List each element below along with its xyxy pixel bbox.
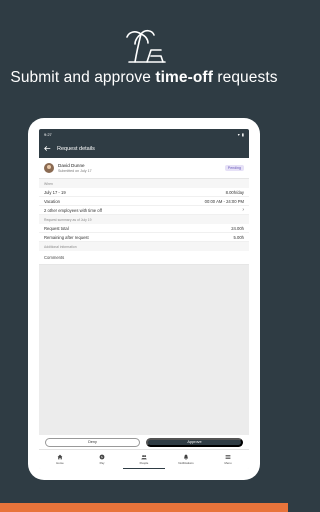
accent-stripe [0,503,288,512]
beach-chair-icon [126,29,166,63]
wifi-icon: ▾ [237,131,240,137]
request-total-row: Request total 24.00h [39,224,249,233]
time-off-type: Vacation [44,198,60,204]
tab-label: People [139,460,149,465]
back-arrow-icon[interactable] [44,145,51,152]
tab-people[interactable]: People [123,450,165,469]
date-row: July 17 - 19 8.00h/day [39,188,249,197]
page-title: Request details [57,145,95,152]
deny-button[interactable]: Deny [45,437,140,447]
status-badge: Pending [224,165,244,171]
requester-row: David Dunne Submitted on July 17 Pending [39,158,249,179]
avatar [44,163,54,173]
svg-text:$: $ [101,455,103,459]
tab-pay[interactable]: $ Pay [81,450,123,469]
tab-label: Home [56,461,64,465]
tab-label: Notifications [178,461,194,465]
submitted-date: Submitted on July 17 [58,168,92,173]
remaining-value: 5.00h [233,234,244,240]
remaining-row: Remaining after request 5.00h [39,233,249,242]
bell-icon [183,454,189,460]
app-bar: Request details [39,139,249,158]
time-range: 00:00 AM - 24:00 PM [204,198,244,204]
tab-menu[interactable]: Menu [207,450,249,469]
action-bar: Deny Approve [39,435,249,449]
status-bar: 9:27 ▾ ▮ [39,129,249,139]
pay-icon: $ [99,454,105,460]
tablet-frame: 9:27 ▾ ▮ Request details David Dunne Sub… [28,118,260,480]
others-with-time-off: 2 other employees with time off [44,207,102,213]
daily-duration: 8.00h/day [225,189,244,195]
approve-button[interactable]: Approve [146,437,243,447]
battery-icon: ▮ [241,131,244,137]
people-icon [141,454,147,459]
tab-label: Pay [99,461,105,465]
summary-section-label: Request summary as of July 19 [39,215,249,224]
app-screen: 9:27 ▾ ▮ Request details David Dunne Sub… [39,129,249,469]
additional-section-label: Additional information [39,242,249,251]
tab-home[interactable]: Home [39,450,81,469]
date-range: July 17 - 19 [44,189,66,195]
others-row[interactable]: 2 other employees with time off › [39,206,249,215]
remaining-label: Remaining after request [44,234,89,240]
type-row: Vacation 00:00 AM - 24:00 PM [39,197,249,206]
request-total-value: 24.00h [231,225,244,231]
tab-label: Menu [224,461,232,465]
request-details: David Dunne Submitted on July 17 Pending… [39,158,249,265]
tab-notifications[interactable]: Notifications [165,450,207,469]
headline: Submit and approve time-off requests [10,69,278,86]
chevron-right-icon: › [242,207,244,213]
home-icon [57,454,63,460]
status-time: 9:27 [44,131,52,137]
comments-field[interactable]: Comments [39,251,249,265]
when-section-label: When [39,179,249,188]
bottom-nav: Home $ Pay People Notifications Menu [39,449,249,469]
request-total-label: Request total [44,225,69,231]
menu-icon [225,455,231,459]
